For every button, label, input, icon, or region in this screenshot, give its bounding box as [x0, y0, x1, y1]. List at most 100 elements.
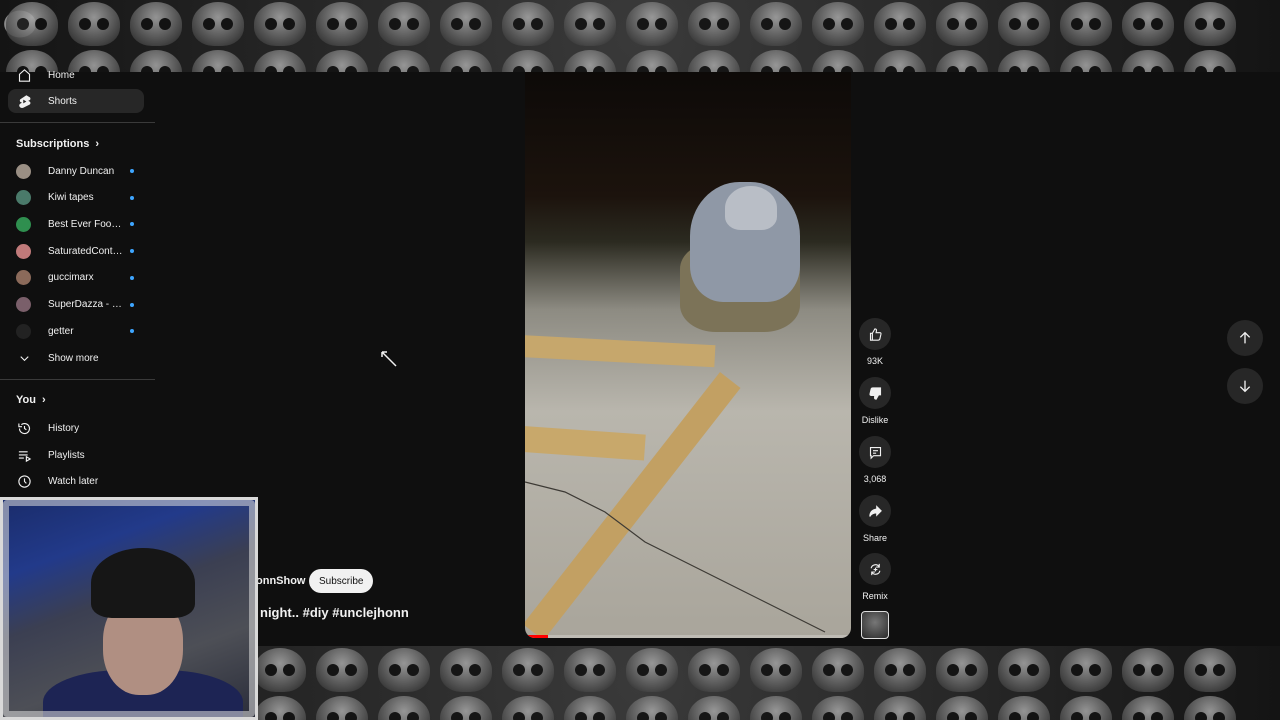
channel-avatar — [16, 243, 31, 259]
chevron-right-icon: › — [41, 394, 46, 406]
channel-avatar — [16, 297, 31, 312]
clock-icon — [16, 473, 32, 489]
thumbs-up-icon — [869, 327, 882, 341]
skull-decoration — [812, 50, 864, 72]
skull-banner-top — [0, 0, 1280, 72]
subscriptions-heading[interactable]: Subscriptions › — [16, 138, 99, 150]
skull-decoration — [378, 648, 430, 692]
comments-button[interactable] — [859, 436, 891, 468]
subscription-item[interactable]: guccimarx — [8, 266, 148, 290]
new-content-dot — [130, 329, 134, 334]
sidebar-item-label: Watch later — [48, 475, 99, 487]
channel-avatar — [16, 216, 31, 232]
webcam-overlay — [0, 497, 258, 720]
share-action[interactable]: Share — [856, 495, 894, 543]
video-frame-detail — [525, 481, 826, 633]
skull-decoration — [998, 696, 1050, 720]
skull-decoration — [378, 50, 430, 72]
skull-decoration — [130, 2, 182, 46]
comments-action[interactable]: 3,068 — [856, 436, 894, 484]
subscription-item[interactable]: Danny Duncan — [8, 159, 148, 183]
like-action[interactable]: 93K — [856, 318, 894, 366]
skull-decoration — [378, 2, 430, 46]
skull-decoration — [874, 696, 926, 720]
skull-decoration — [812, 648, 864, 692]
skull-decoration — [564, 696, 616, 720]
previous-short-button[interactable] — [1227, 320, 1263, 356]
subscriptions-title: Subscriptions — [16, 138, 90, 150]
skull-decoration — [254, 696, 306, 720]
next-short-button[interactable] — [1227, 368, 1263, 404]
share-button[interactable] — [859, 495, 891, 527]
skull-decoration — [936, 648, 988, 692]
skull-decoration — [936, 2, 988, 46]
subscription-item[interactable]: Kiwi tapes — [8, 186, 148, 210]
sound-thumbnail[interactable] — [861, 611, 889, 639]
skull-decoration — [502, 648, 554, 692]
sidebar-item-playlists[interactable]: Playlists — [8, 443, 144, 467]
skull-decoration — [254, 2, 306, 46]
sidebar-divider — [0, 122, 155, 123]
skull-decoration — [192, 2, 244, 46]
remix-action[interactable]: Remix — [856, 553, 894, 601]
subscription-item[interactable]: SaturatedContent — [8, 239, 148, 263]
share-label: Share — [862, 533, 888, 543]
subscription-item[interactable]: Best Ever Food R... — [8, 212, 148, 236]
skull-decoration — [564, 648, 616, 692]
skull-decoration — [936, 50, 988, 72]
skull-decoration — [750, 696, 802, 720]
shorts-icon — [16, 93, 32, 109]
channel-avatar — [16, 323, 31, 339]
video-progress-fill — [525, 635, 548, 638]
short-title[interactable]: night.. #diy #unclejhonn — [260, 605, 409, 620]
skull-decoration — [1122, 648, 1174, 692]
sidebar-item-shorts[interactable]: Shorts — [8, 89, 144, 113]
skull-decoration — [998, 648, 1050, 692]
show-more-button[interactable]: Show more — [8, 346, 144, 370]
skull-decoration — [626, 50, 678, 72]
skull-decoration — [316, 50, 368, 72]
skull-decoration — [440, 648, 492, 692]
cursor-icon — [381, 351, 397, 367]
dislike-button[interactable] — [859, 377, 891, 409]
subscription-name: SuperDazza - Be... — [48, 299, 126, 310]
subscription-name: getter — [48, 325, 74, 337]
arrow-up-icon — [1239, 331, 1251, 344]
short-actions: 93K Dislike 3,068 Share Remix — [856, 72, 894, 646]
new-content-dot — [130, 249, 134, 254]
sidebar-item-home[interactable]: Home — [8, 63, 144, 87]
skull-decoration — [68, 2, 120, 46]
skull-decoration — [254, 648, 306, 692]
skull-decoration — [998, 50, 1050, 72]
skull-decoration — [874, 2, 926, 46]
subscribe-button[interactable]: Subscribe — [309, 569, 374, 593]
short-video-player[interactable] — [525, 72, 851, 638]
skull-decoration — [1122, 50, 1174, 72]
skull-decoration — [688, 2, 740, 46]
skull-decoration — [626, 696, 678, 720]
subscription-name: Kiwi tapes — [48, 192, 94, 204]
dislike-action[interactable]: Dislike — [856, 377, 894, 425]
channel-name[interactable]: onnShow — [256, 575, 306, 587]
subscription-item[interactable]: getter — [8, 319, 148, 343]
skull-decoration — [812, 2, 864, 46]
subscription-name: Danny Duncan — [48, 165, 115, 177]
sidebar-item-label: History — [48, 422, 80, 434]
sidebar-item-history[interactable]: History — [8, 416, 144, 440]
skull-decoration — [440, 696, 492, 720]
video-frame-detail — [525, 425, 646, 461]
skull-decoration — [688, 696, 740, 720]
like-button[interactable] — [859, 318, 891, 350]
subscription-item[interactable]: SuperDazza - Be... — [8, 293, 148, 317]
video-progress-bar[interactable] — [525, 635, 851, 638]
remix-button[interactable] — [859, 553, 891, 585]
sidebar-item-label: Shorts — [48, 95, 77, 107]
comments-count: 3,068 — [863, 474, 887, 484]
channel-avatar — [16, 163, 31, 179]
skull-decoration — [998, 2, 1050, 46]
you-heading[interactable]: You › — [16, 394, 46, 406]
sidebar-item-watch-later[interactable]: Watch later — [8, 469, 144, 493]
skull-decoration — [1060, 2, 1112, 46]
comment-icon — [869, 446, 881, 459]
playlists-icon — [16, 447, 32, 463]
